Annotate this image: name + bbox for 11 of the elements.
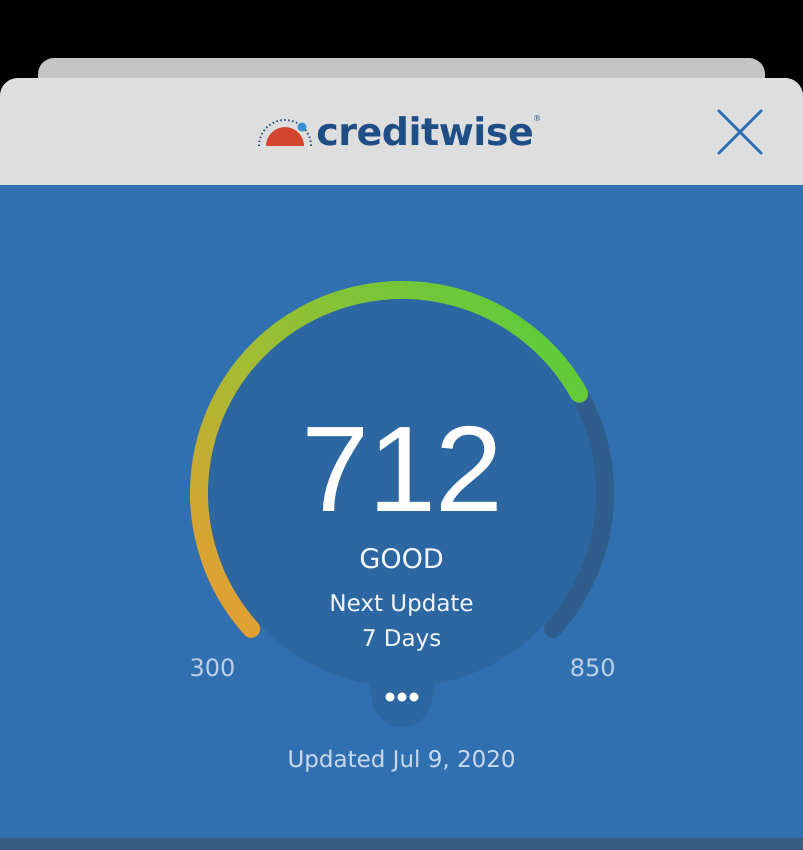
logo-text: creditwise$^{®}$ bbox=[316, 110, 541, 154]
updated-date: Updated Jul 9, 2020 bbox=[287, 747, 516, 773]
next-update-label: Next Update bbox=[329, 590, 474, 619]
logo-icon bbox=[256, 118, 314, 148]
next-update-value: 7 Days bbox=[362, 625, 442, 654]
close-button[interactable] bbox=[716, 108, 764, 156]
dots-icon bbox=[384, 692, 418, 702]
range-min: 300 bbox=[190, 654, 236, 682]
score-rating: GOOD bbox=[359, 543, 444, 577]
range-max: 850 bbox=[570, 654, 616, 682]
credit-score: 712 bbox=[301, 401, 502, 537]
